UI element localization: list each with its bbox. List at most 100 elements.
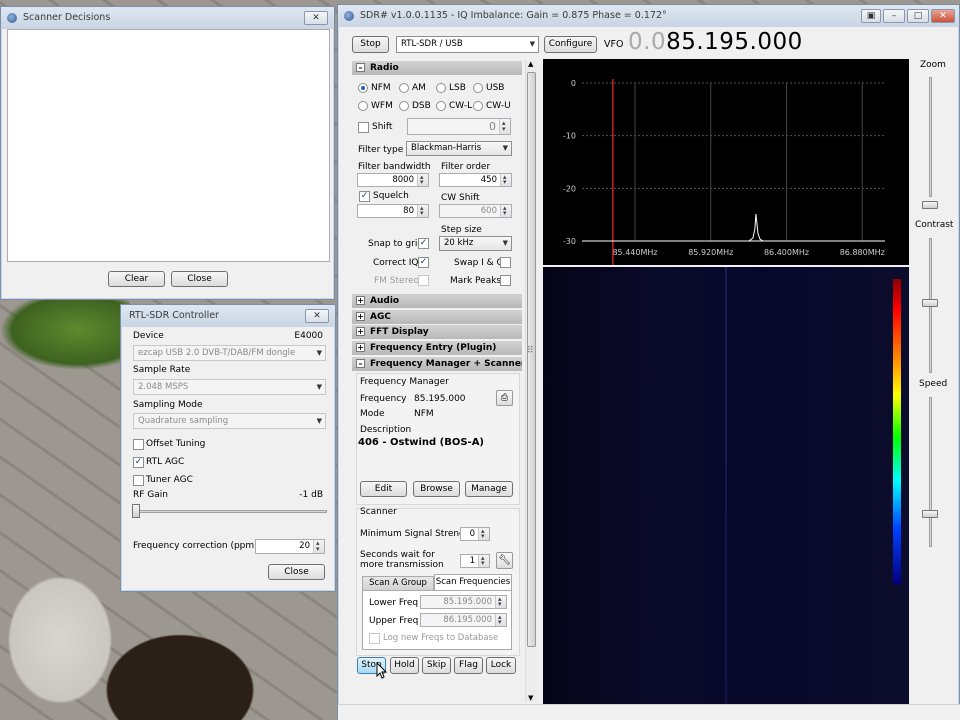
fm-stereo-checkbox[interactable] [418, 275, 429, 286]
sample-rate-value: 2.048 MSPS [138, 382, 189, 392]
manage-button[interactable]: Manage [465, 481, 513, 497]
source-select[interactable]: RTL-SDR / USB ▼ [396, 36, 539, 53]
mode-wfm-radio[interactable] [358, 101, 368, 111]
stepper-icon[interactable] [478, 552, 489, 570]
stepper-icon[interactable] [500, 202, 511, 220]
offset-tuning-checkbox[interactable] [133, 439, 144, 450]
filter-type-select[interactable]: Blackman-Harris ▼ [406, 141, 512, 156]
upper-freq-input[interactable]: 86.195.000 [420, 611, 507, 629]
fm-stereo-label: FM Stereo [374, 276, 420, 286]
fft-display-section-header[interactable]: + FFT Display [352, 325, 522, 339]
mode-cwl-radio[interactable] [436, 101, 446, 111]
audio-section-header[interactable]: + Audio [352, 294, 522, 308]
close-button[interactable]: Close [171, 271, 228, 287]
squelch-input[interactable]: 80 [357, 202, 429, 220]
snap-to-grid-checkbox[interactable]: ✓ [418, 238, 429, 249]
close-icon[interactable]: ✕ [304, 11, 328, 25]
stepper-icon[interactable] [499, 116, 510, 137]
vfo-display[interactable]: 0.085.195.000 [628, 29, 803, 55]
sampling-mode-select[interactable]: Quadrature sampling ▼ [133, 413, 326, 429]
x-tick-label: 85.920MHz [688, 248, 733, 257]
waterfall-display[interactable] [543, 267, 909, 704]
correct-iq-checkbox[interactable]: ✓ [418, 257, 429, 268]
edit-button[interactable]: Edit [360, 481, 407, 497]
spectrum-analyzer[interactable]: 0 -10 -20 -30 85.440MHz 85.920MHz 86.400MHz 86.… [543, 59, 909, 265]
agc-section-header[interactable]: + AGC [352, 310, 522, 324]
mode-lsb-radio[interactable] [436, 83, 446, 93]
scan-lock-button[interactable]: Lock [486, 657, 516, 674]
tuner-agc-checkbox[interactable] [133, 475, 144, 486]
seconds-wait-input[interactable]: 1 [460, 552, 490, 570]
clipboard-icon[interactable]: ⎙ [496, 390, 513, 406]
min-signal-input[interactable]: 0 [460, 525, 490, 543]
close-icon[interactable]: ✕ [931, 9, 955, 23]
mode-cwu-radio[interactable] [473, 101, 483, 111]
frequency-entry-section-header[interactable]: + Frequency Entry (Plugin) [352, 341, 522, 355]
control-panel-scrollbar[interactable]: ▲ ▼ [525, 60, 537, 702]
waterfall-color-scale [893, 279, 901, 584]
wrench-icon[interactable]: 🔧︎ [496, 552, 513, 569]
speed-slider-track[interactable] [929, 397, 932, 547]
freq-correction-input[interactable]: 20 [255, 537, 325, 556]
rf-gain-slider-thumb[interactable] [132, 504, 140, 518]
sdr-titlebar[interactable]: SDR# v1.0.0.1135 - IQ Imbalance: Gain = … [338, 5, 959, 27]
filter-order-input[interactable]: 450 [439, 171, 512, 189]
scan-skip-button[interactable]: Skip [422, 657, 451, 674]
stepper-icon[interactable] [478, 525, 489, 543]
mode-dsb-radio[interactable] [399, 101, 409, 111]
scrollbar-thumb[interactable] [527, 72, 536, 647]
close-icon[interactable]: ✕ [305, 309, 329, 323]
mode-am-radio[interactable] [399, 83, 409, 93]
cw-shift-input[interactable]: 600 [439, 202, 512, 220]
section-title: Frequency Entry (Plugin) [370, 343, 497, 353]
swap-iq-checkbox[interactable] [500, 257, 511, 268]
scan-hold-button[interactable]: Hold [390, 657, 419, 674]
stepper-icon[interactable] [417, 171, 428, 189]
speed-label: Speed [919, 379, 948, 389]
lower-freq-input[interactable]: 85.195.000 [420, 593, 507, 611]
scan-flag-button[interactable]: Flag [454, 657, 483, 674]
maximize-icon[interactable]: □ [907, 9, 929, 23]
browse-button[interactable]: Browse [413, 481, 460, 497]
scanner-decisions-titlebar[interactable]: Scanner Decisions ✕ [1, 7, 334, 29]
scroll-down-icon[interactable]: ▼ [528, 694, 533, 702]
device-select[interactable]: ezcap USB 2.0 DVB-T/DAB/FM dongle ▼ [133, 345, 326, 361]
zoom-slider-thumb[interactable] [922, 201, 938, 209]
collapse-icon: – [356, 359, 365, 368]
minimize-icon[interactable]: – [883, 9, 905, 23]
rtl-sdr-titlebar[interactable]: RTL-SDR Controller ✕ [121, 305, 335, 327]
clear-button[interactable]: Clear [108, 271, 165, 287]
close-button[interactable]: Close [268, 564, 325, 580]
vfo-frequency: 85.195.000 [666, 29, 803, 55]
splitter-grip[interactable]: ⠿ [527, 346, 534, 356]
tab-scan-frequencies[interactable]: Scan Frequencies [434, 574, 512, 591]
stepper-icon[interactable] [313, 537, 324, 556]
squelch-checkbox[interactable]: ✓ [359, 191, 370, 202]
step-size-select[interactable]: 20 kHz ▼ [439, 236, 512, 251]
stepper-icon[interactable] [417, 202, 428, 220]
stepper-icon[interactable] [495, 611, 506, 629]
sample-rate-select[interactable]: 2.048 MSPS ▼ [133, 379, 326, 395]
shift-input[interactable]: 0 [407, 116, 511, 137]
stepper-icon[interactable] [500, 171, 511, 189]
shift-checkbox[interactable] [358, 122, 369, 133]
mode-nfm-radio[interactable] [358, 83, 368, 93]
configure-button[interactable]: Configure [544, 36, 597, 53]
stepper-icon[interactable] [495, 593, 506, 611]
radio-section-header[interactable]: – Radio [352, 61, 522, 75]
speed-slider-thumb[interactable] [922, 510, 938, 518]
rf-gain-slider-track[interactable] [133, 510, 327, 513]
screenshot-icon[interactable]: ▣ [861, 9, 881, 23]
rtl-agc-checkbox[interactable]: ✓ [133, 457, 144, 468]
contrast-slider-thumb[interactable] [922, 299, 938, 307]
frequency-manager-section-header[interactable]: –Frequency Manager + Scanner (Plug [352, 357, 522, 371]
zoom-slider-track[interactable] [929, 77, 932, 197]
scroll-up-icon[interactable]: ▲ [528, 60, 533, 68]
log-new-freqs-checkbox[interactable] [369, 633, 380, 644]
tab-scan-group[interactable]: Scan A Group [362, 576, 434, 591]
mode-usb-radio[interactable] [473, 83, 483, 93]
decisions-list[interactable] [7, 29, 330, 262]
mark-peaks-checkbox[interactable] [500, 275, 511, 286]
stop-button[interactable]: Stop [352, 36, 389, 53]
filter-bandwidth-input[interactable]: 8000 [357, 171, 429, 189]
